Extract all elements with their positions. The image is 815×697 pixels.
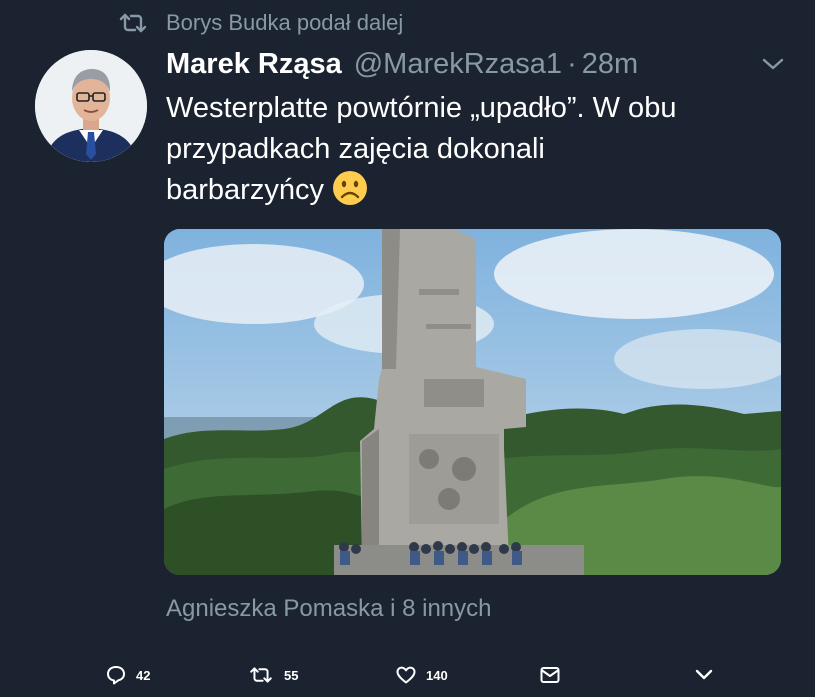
- tweet-text-line: przypadkach zajęcia dokonali: [166, 133, 545, 165]
- like-count: 140: [426, 667, 448, 683]
- direct-message-button[interactable]: [540, 663, 560, 687]
- retweet-icon: [118, 12, 148, 34]
- retweet-count: 55: [284, 667, 299, 683]
- tweet-photo[interactable]: [164, 229, 781, 575]
- more-options-button[interactable]: [694, 663, 714, 687]
- tweet-text-line-3: barbarzyńcy: [166, 174, 324, 206]
- author-name[interactable]: Marek Rząsa: [166, 48, 342, 81]
- tweet-text-line: Westerplatte powtórnie „upadło”. W obu: [166, 92, 677, 124]
- tweet-header: Marek Rząsa @MarekRzasa1 · 28m: [166, 48, 638, 84]
- retweet-banner-text[interactable]: Borys Budka podał dalej: [166, 10, 403, 36]
- reply-count: 42: [136, 667, 151, 683]
- header-separator: ·: [567, 48, 577, 80]
- author-handle[interactable]: @MarekRzasa1: [354, 48, 562, 81]
- author-avatar[interactable]: [35, 50, 147, 162]
- chevron-down-icon: [695, 669, 713, 680]
- heart-icon: [396, 666, 416, 684]
- tweet-text-line: barbarzyńcy: [166, 170, 786, 211]
- retweet-banner: Borys Budka podał dalej: [118, 8, 403, 38]
- retweet-icon: [250, 667, 272, 683]
- liked-by-text[interactable]: Agnieszka Pomaska i 8 innych: [166, 595, 492, 623]
- frowning-face-emoji-icon: [332, 170, 368, 206]
- tweet-actions: 42 55 140: [0, 655, 815, 695]
- tweet-timestamp[interactable]: 28m: [582, 48, 638, 81]
- like-button[interactable]: 140: [396, 663, 448, 687]
- reply-icon: [107, 666, 125, 685]
- reply-button[interactable]: 42: [106, 663, 150, 687]
- chevron-down-icon[interactable]: [760, 55, 786, 73]
- tweet-page: Borys Budka podał dalej Marek Rząsa @Mar…: [0, 0, 815, 697]
- envelope-icon: [540, 667, 560, 683]
- retweet-button[interactable]: 55: [248, 663, 298, 687]
- tweet-text: Westerplatte powtórnie „upadło”. W obu p…: [166, 88, 786, 211]
